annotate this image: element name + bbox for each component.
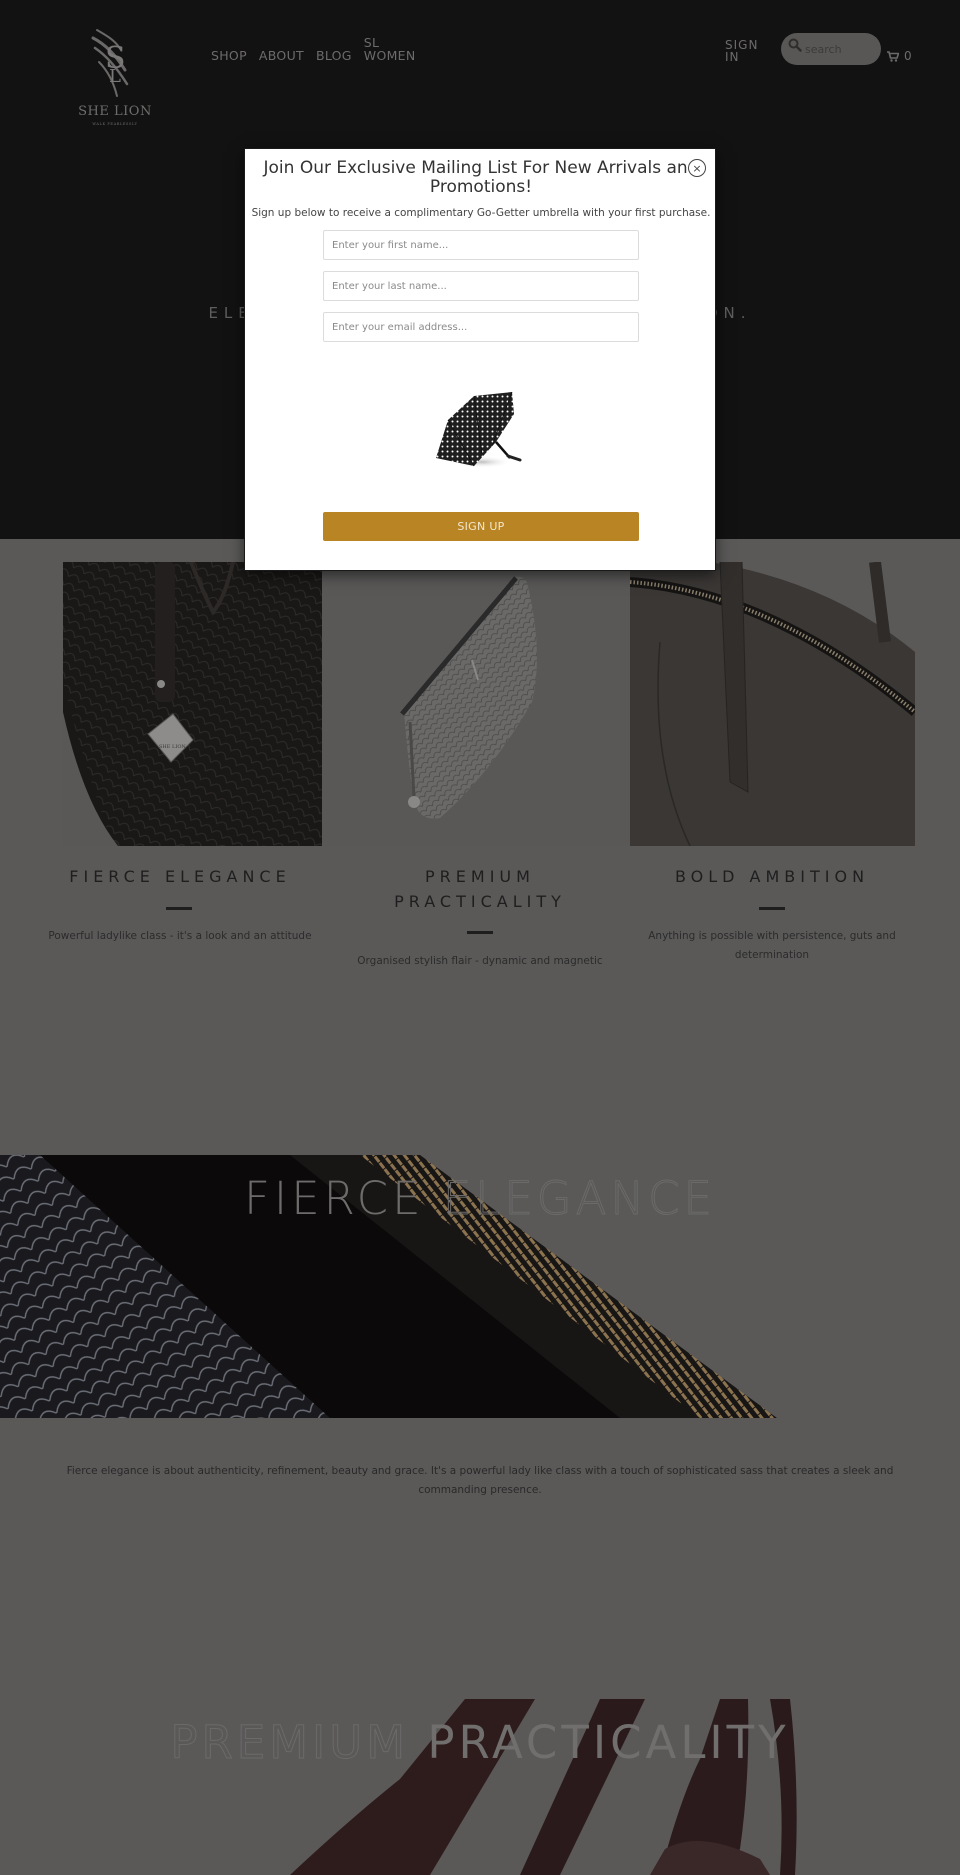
first-name-field[interactable]	[323, 230, 639, 260]
product-image-clutch[interactable]	[322, 562, 630, 846]
close-icon: ×	[692, 161, 702, 175]
logo-name: SHE LION	[78, 104, 152, 119]
snakeskin-tote-image: SHE LION	[63, 562, 322, 846]
mailing-list-modal: Join Our Exclusive Mailing List For New …	[244, 148, 716, 571]
sign-up-button[interactable]: SIGN UP	[323, 512, 639, 541]
search-input[interactable]	[805, 40, 875, 58]
modal-subtitle: Sign up below to receive a complimentary…	[251, 207, 711, 219]
product-title-bold-ambition: BOLD AMBITION	[674, 867, 870, 886]
last-name-field[interactable]	[323, 271, 639, 301]
heading-part-1: PREMIUM	[170, 1716, 428, 1770]
svg-text:L: L	[109, 66, 121, 87]
premium-practicality-heading: PREMIUM PRACTICALITY	[0, 1716, 960, 1770]
umbrella-image	[436, 391, 522, 468]
fierce-elegance-story: Fierce elegance is about authenticity, r…	[66, 1465, 894, 1496]
title-divider	[467, 931, 493, 934]
lion-claw-logo-icon: S L	[91, 29, 129, 97]
sign-in-link[interactable]: SIGN IN	[725, 39, 765, 63]
nav-about[interactable]: ABOUT	[259, 49, 304, 62]
cart-button[interactable]: 0	[887, 49, 912, 63]
search-box	[781, 33, 881, 65]
main-nav: SHOP ABOUT BLOG SL WOMEN	[211, 36, 416, 62]
title-divider	[166, 907, 192, 910]
product-title-fierce-elegance: FIERCE ELEGANCE	[69, 867, 291, 886]
product-image-tote[interactable]: SHE LION	[63, 562, 322, 846]
fierce-elegance-heading: FIERCE ELEGANCE	[0, 1172, 960, 1226]
product-image-holdall[interactable]	[630, 562, 915, 846]
nav-blog[interactable]: BLOG	[316, 49, 352, 62]
product-title-premium-practicality: PREMIUM PRACTICALITY	[394, 867, 566, 911]
snakeskin-clutch-image	[400, 576, 537, 819]
email-field[interactable]	[323, 312, 639, 342]
cart-count: 0	[904, 49, 912, 63]
close-button[interactable]: ×	[688, 159, 706, 177]
nav-shop[interactable]: SHOP	[211, 49, 247, 62]
product-desc-bold-ambition: Anything is possible with persistence, g…	[648, 930, 896, 961]
product-desc-premium-practicality: Organised stylish flair - dynamic and ma…	[357, 955, 603, 967]
cart-icon	[887, 50, 899, 62]
heading-part-2: ELEGANCE	[442, 1172, 716, 1226]
logo[interactable]: S L SHE LION WALK FEARLESSLY	[74, 26, 156, 130]
product-desc-fierce-elegance: Powerful ladylike class - it's a look an…	[48, 930, 312, 942]
nav-sl-women[interactable]: SL WOMEN	[364, 36, 416, 62]
logo-tagline: WALK FEARLESSLY	[92, 122, 138, 126]
heading-part-1: FIERCE	[244, 1172, 443, 1225]
leather-holdall-image	[630, 562, 915, 846]
heading-part-2: PRACTICALITY	[427, 1716, 790, 1769]
search-icon[interactable]	[788, 38, 802, 52]
title-divider	[759, 907, 785, 910]
modal-title: Join Our Exclusive Mailing List For New …	[263, 158, 699, 197]
svg-text:SHE LION: SHE LION	[159, 744, 186, 750]
